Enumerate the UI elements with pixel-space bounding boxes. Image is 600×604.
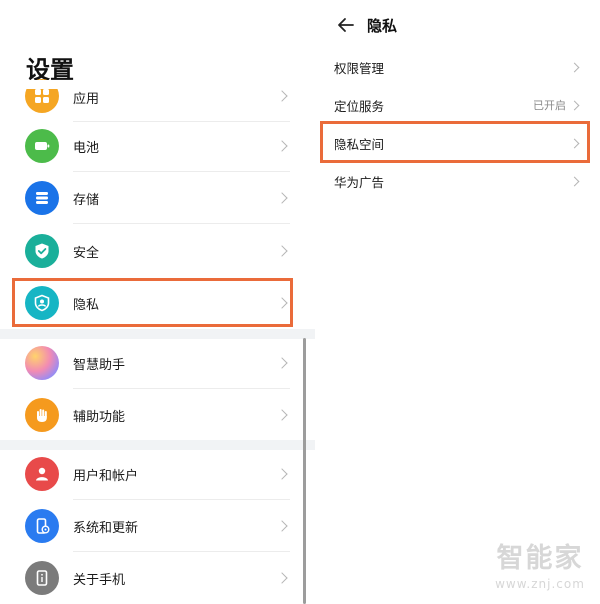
chevron-right-icon	[276, 572, 288, 584]
privacy-title: 隐私	[367, 17, 398, 35]
settings-item-label: 存储	[73, 192, 100, 208]
chevron-right-icon	[569, 62, 580, 72]
settings-item-label: 关于手机	[73, 572, 126, 588]
highlight-privacy	[12, 278, 293, 327]
smart-assistant-icon	[25, 346, 59, 380]
user-icon	[25, 457, 59, 491]
shield-check-icon	[25, 234, 59, 268]
privacy-item-huawei-ads[interactable]: 华为广告	[315, 162, 590, 200]
privacy-item-location[interactable]: 定位服务 已开启	[315, 86, 590, 124]
settings-item-label: 电池	[73, 140, 100, 156]
settings-item-accessibility[interactable]: 辅助功能	[0, 389, 300, 441]
chevron-right-icon	[276, 140, 288, 152]
chevron-right-icon	[276, 409, 288, 421]
battery-icon	[25, 129, 59, 163]
settings-item-users[interactable]: 用户和帐户	[0, 448, 300, 500]
highlight-private-space	[320, 121, 590, 163]
system-update-icon	[25, 509, 59, 543]
chevron-right-icon	[276, 245, 288, 257]
settings-item-label: 辅助功能	[73, 409, 126, 425]
settings-item-label: 安全	[73, 245, 100, 261]
chevron-right-icon	[276, 357, 288, 369]
back-arrow-icon[interactable]	[335, 14, 357, 36]
settings-item-apps[interactable]: 应用	[0, 70, 300, 122]
settings-item-system-update[interactable]: 系统和更新	[0, 500, 300, 552]
chevron-right-icon	[569, 100, 580, 110]
chevron-right-icon	[276, 468, 288, 480]
chevron-right-icon	[276, 90, 288, 102]
phone-info-icon	[25, 561, 59, 595]
watermark-url: www.znj.com	[495, 577, 585, 591]
scrollbar[interactable]	[303, 338, 306, 604]
storage-icon	[25, 181, 59, 215]
settings-item-security[interactable]: 安全	[0, 225, 300, 277]
location-status: 已开启	[533, 99, 566, 112]
settings-item-label: 系统和更新	[73, 520, 139, 536]
settings-item-smart-assistant[interactable]: 智慧助手	[0, 337, 300, 389]
chevron-right-icon	[276, 520, 288, 532]
watermark-text: 智能家	[496, 543, 584, 574]
watermark: 智能家 www.znj.com	[488, 536, 592, 602]
settings-item-label: 应用	[73, 92, 100, 107]
settings-item-about-phone[interactable]: 关于手机	[0, 552, 300, 604]
chevron-right-icon	[569, 176, 580, 186]
settings-item-storage[interactable]: 存储	[0, 172, 300, 224]
privacy-item-label: 定位服务	[334, 98, 385, 114]
settings-item-label: 智慧助手	[73, 357, 126, 373]
hand-icon	[25, 398, 59, 432]
privacy-item-permissions[interactable]: 权限管理	[315, 48, 590, 86]
settings-item-battery[interactable]: 电池	[0, 120, 300, 172]
privacy-panel: 隐私 权限管理 定位服务 已开启 隐私空间 华为广告	[315, 0, 600, 604]
privacy-item-label: 华为广告	[334, 174, 385, 190]
privacy-item-label: 权限管理	[334, 60, 385, 76]
chevron-right-icon	[276, 192, 288, 204]
settings-item-label: 用户和帐户	[73, 468, 139, 484]
